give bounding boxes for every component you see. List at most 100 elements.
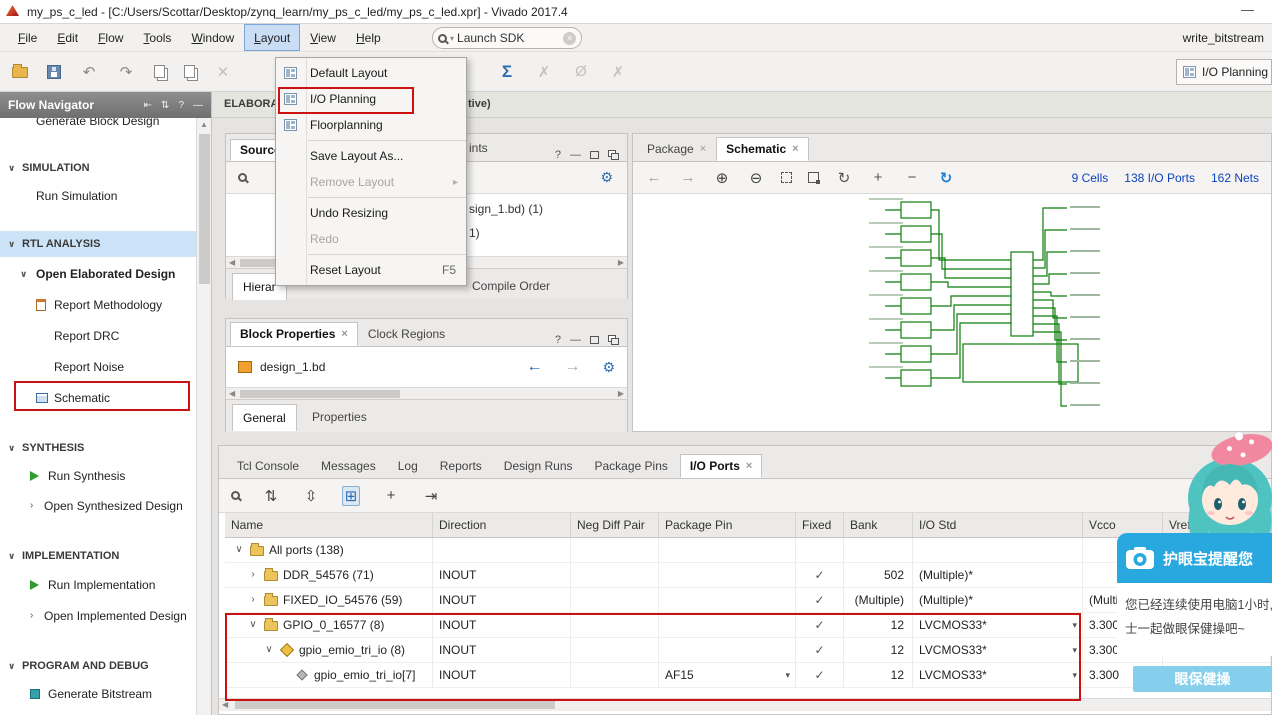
collapse-cone-icon[interactable]: − [903, 169, 921, 186]
tab-compile-order[interactable]: Compile Order [462, 273, 560, 300]
menu-item-undo-resizing[interactable]: Undo Resizing [276, 200, 466, 226]
quick-search[interactable]: ▾ × [432, 27, 582, 49]
io-ports-hscrollbar[interactable]: ◀ [219, 698, 1271, 711]
collapse-all-icon[interactable]: ⇅ [262, 487, 280, 505]
menu-item-save-layout-as[interactable]: Save Layout As... [276, 143, 466, 169]
search-clear-icon[interactable]: × [563, 31, 576, 45]
flow-navigator-scrollbar[interactable]: ▲ [196, 118, 211, 715]
cell-neg-diff-pair[interactable] [571, 538, 659, 562]
tab-block-properties[interactable]: Block Properties × [230, 322, 358, 346]
nav-item-run-simulation[interactable]: Run Simulation [36, 186, 196, 206]
cell-neg-diff-pair[interactable] [571, 588, 659, 612]
zoom-fit-icon[interactable] [781, 172, 792, 183]
nav-item-open-synthesized-design[interactable]: › Open Synthesized Design [0, 496, 197, 516]
cell-fixed[interactable]: ✓ [796, 638, 844, 662]
col-name[interactable]: Name [225, 513, 433, 537]
scrollbar-thumb[interactable] [240, 390, 400, 398]
expand-arrow[interactable]: ∨ [263, 638, 275, 662]
autofit-icon[interactable]: ↻ [835, 169, 853, 187]
nav-section-implementation[interactable]: ∨ IMPLEMENTATION [0, 546, 197, 566]
cell-fixed[interactable]: ✓ [796, 613, 844, 637]
menu-item-floorplanning[interactable]: Floorplanning [276, 112, 466, 138]
nav-section-rtl-analysis[interactable]: ∨ RTL ANALYSIS [0, 234, 197, 254]
block-properties-hscrollbar[interactable]: ◀ ▶ [226, 387, 627, 399]
nav-item-run-implementation[interactable]: Run Implementation [0, 575, 197, 595]
table-row[interactable]: ∨ All ports (138) [225, 538, 1271, 563]
nav-item-report-noise[interactable]: Report Noise [54, 357, 197, 377]
forward-icon[interactable]: → [679, 169, 697, 186]
refresh-icon[interactable]: ↻ [937, 169, 955, 187]
tab-design-runs[interactable]: Design Runs [494, 454, 583, 478]
menu-edit[interactable]: Edit [47, 24, 88, 51]
nav-section-synthesis[interactable]: ∨ SYNTHESIS [0, 438, 197, 458]
menu-layout[interactable]: Layout [244, 24, 301, 51]
nav-item-generate-bitstream[interactable]: Generate Bitstream [0, 684, 197, 704]
menu-tools[interactable]: Tools [133, 24, 181, 51]
nav-minimize-icon[interactable]: — [193, 100, 203, 111]
schematic-canvas[interactable] [633, 194, 1271, 431]
scroll-left-icon[interactable]: ◀ [222, 699, 228, 711]
redo-icon[interactable]: ↷ [117, 63, 135, 81]
zoom-selection-icon[interactable] [808, 172, 820, 184]
cell-direction[interactable] [433, 538, 571, 562]
close-icon[interactable]: × [792, 143, 798, 155]
tab-schematic[interactable]: Schematic × [716, 137, 809, 161]
expand-arrow[interactable]: › [247, 563, 259, 587]
menu-help[interactable]: Help [346, 24, 391, 51]
col-package-pin[interactable]: Package Pin [659, 513, 796, 537]
nav-expand-icon[interactable]: ⇅ [161, 100, 169, 111]
cell-package-pin[interactable] [659, 588, 796, 612]
tab-log[interactable]: Log [388, 454, 428, 478]
cell-direction[interactable]: INOUT [433, 613, 571, 637]
float-icon[interactable] [611, 338, 619, 345]
cell-bank[interactable] [844, 538, 913, 562]
close-icon[interactable]: × [746, 460, 752, 472]
nav-help-icon[interactable]: ? [178, 100, 184, 111]
menu-item-reset-layout[interactable]: Reset Layout F5 [276, 257, 466, 283]
tab-tcl-console[interactable]: Tcl Console [227, 454, 309, 478]
scrollbar-thumb[interactable] [235, 701, 555, 709]
expand-arrow[interactable]: ∨ [247, 613, 259, 637]
cell-io-std[interactable]: LVCMOS33* ▾ [913, 663, 1083, 687]
cell-neg-diff-pair[interactable] [571, 563, 659, 587]
table-row[interactable]: › DDR_54576 (71) INOUT ✓ 502 (Multiple)* [225, 563, 1271, 588]
gear-icon[interactable]: ⚙ [602, 359, 615, 376]
search-input[interactable] [457, 31, 546, 45]
cell-fixed[interactable]: ✓ [796, 588, 844, 612]
table-row[interactable]: › FIXED_IO_54576 (59) INOUT ✓ (Multiple)… [225, 588, 1271, 613]
close-icon[interactable]: × [700, 143, 706, 155]
nav-item-generate-block-design[interactable]: Generate Block Design [36, 118, 197, 131]
cell-neg-diff-pair[interactable] [571, 613, 659, 637]
tab-properties[interactable]: Properties [302, 404, 377, 431]
search-icon[interactable] [231, 491, 240, 500]
gear-icon[interactable]: ⚙ [600, 169, 627, 186]
minimize-icon[interactable]: — [570, 149, 581, 161]
cell-direction[interactable]: INOUT [433, 663, 571, 687]
cell-bank[interactable]: 502 [844, 563, 913, 587]
dropdown-caret-icon[interactable]: ▾ [1072, 638, 1077, 662]
menu-flow[interactable]: Flow [88, 24, 133, 51]
io-ports-link[interactable]: 138 I/O Ports [1124, 171, 1195, 185]
expand-arrow[interactable]: ∨ [233, 538, 245, 562]
cell-bank[interactable]: 12 [844, 638, 913, 662]
col-direction[interactable]: Direction [433, 513, 571, 537]
cell-direction[interactable]: INOUT [433, 588, 571, 612]
expand-cone-icon[interactable]: + [869, 169, 887, 186]
cell-bank[interactable]: 12 [844, 613, 913, 637]
tab-reports[interactable]: Reports [430, 454, 492, 478]
cell-package-pin[interactable] [659, 638, 796, 662]
nav-item-run-synthesis[interactable]: Run Synthesis [0, 466, 197, 486]
table-row[interactable]: ∨ gpio_emio_tri_io (8) INOUT ✓ 12 LVCMOS… [225, 638, 1271, 663]
table-row[interactable]: ∨ GPIO_0_16577 (8) INOUT ✓ 12 LVCMOS33* ▾… [225, 613, 1271, 638]
minimize-icon[interactable]: — [570, 334, 581, 346]
nav-item-open-elaborated-design[interactable]: ∨ Open Elaborated Design [0, 264, 197, 284]
dropdown-caret-icon[interactable]: ▾ [785, 663, 790, 687]
minimize-button[interactable]: — [1241, 2, 1254, 17]
back-icon[interactable]: ← [645, 169, 663, 186]
cell-neg-diff-pair[interactable] [571, 663, 659, 687]
cell-fixed[interactable] [796, 538, 844, 562]
col-fixed[interactable]: Fixed [796, 513, 844, 537]
expand-all-icon[interactable]: ⇳ [302, 487, 320, 505]
forward-arrow-icon[interactable]: → [564, 358, 580, 376]
nav-item-schematic[interactable]: Schematic [0, 388, 197, 408]
